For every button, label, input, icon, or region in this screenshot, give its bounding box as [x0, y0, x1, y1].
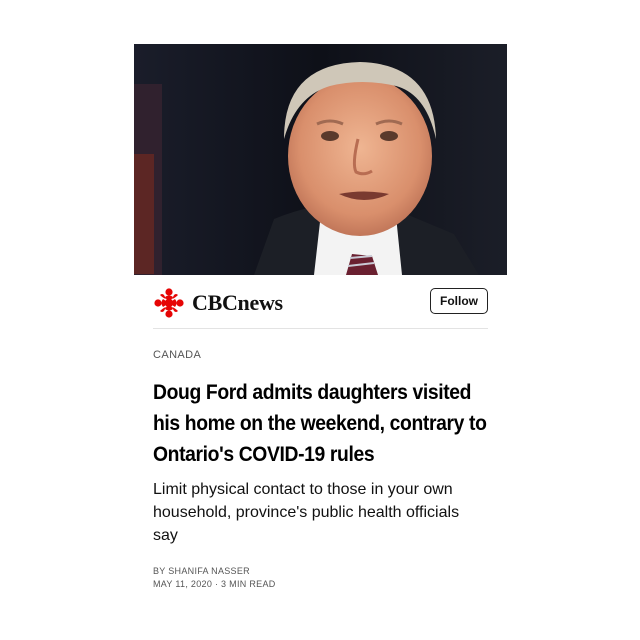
byline-block: BY SHANIFA NASSER MAY 11, 2020 · 3 MIN R… — [153, 565, 488, 591]
cbc-gem-icon — [154, 288, 184, 318]
section-label[interactable]: CANADA — [153, 349, 488, 361]
publisher-name: CBCnews — [192, 290, 283, 315]
article-card[interactable]: CBCnews Follow CANADA Doug Ford admits d… — [134, 44, 507, 591]
subheadline: Limit physical contact to those in your … — [153, 481, 460, 544]
follow-button[interactable]: Follow — [430, 288, 488, 314]
publisher-row: CBCnews Follow — [153, 275, 488, 329]
byline-author: BY SHANIFA NASSER — [153, 566, 250, 576]
hero-photo — [134, 44, 507, 275]
byline-meta: MAY 11, 2020 · 3 MIN READ — [153, 579, 276, 589]
article-body: CANADA Doug Ford admits daughters visite… — [134, 349, 507, 591]
hero-image[interactable] — [134, 44, 507, 275]
headline[interactable]: Doug Ford admits daughters visited his h… — [153, 377, 493, 470]
publisher-logo[interactable]: CBCnews — [153, 287, 283, 319]
